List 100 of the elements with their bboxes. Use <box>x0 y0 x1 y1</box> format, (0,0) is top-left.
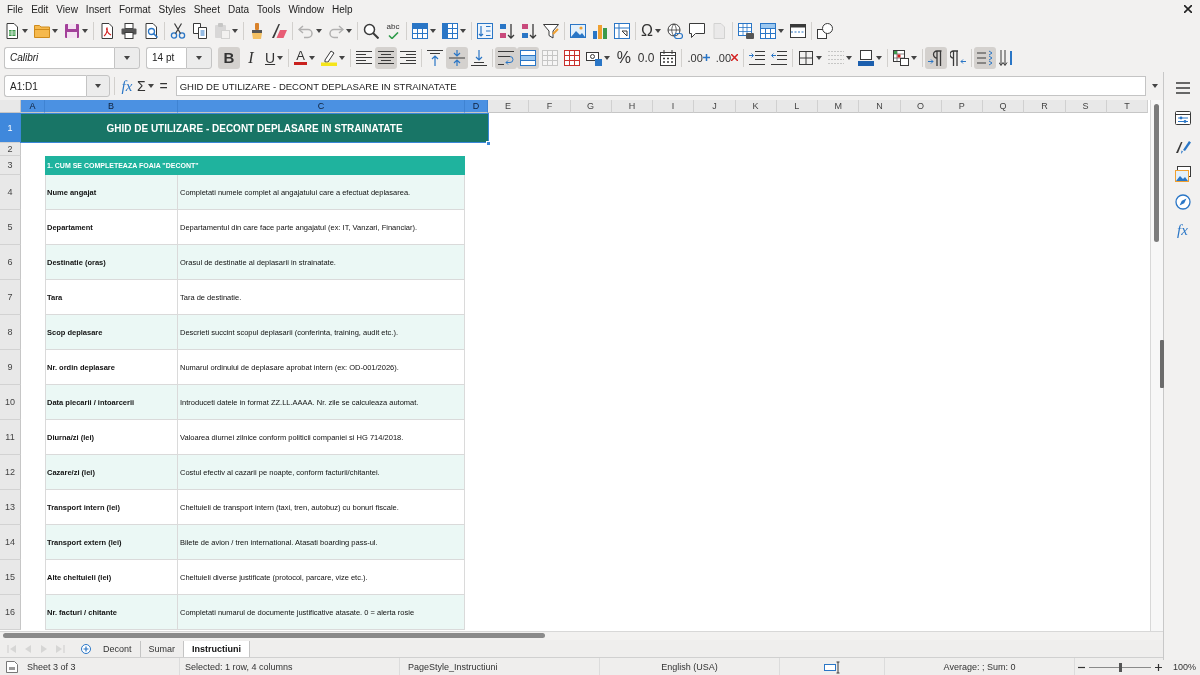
add-sheet-button[interactable] <box>78 641 94 656</box>
close-button[interactable] <box>1182 3 1194 15</box>
percent-button[interactable]: % <box>612 46 635 69</box>
sheet-tab[interactable]: Instructiuni <box>184 640 251 657</box>
column-header[interactable]: G <box>570 100 612 113</box>
menu-item[interactable]: Help <box>328 1 357 17</box>
row-header[interactable]: 13 <box>0 490 21 525</box>
menu-item[interactable]: Edit <box>27 1 53 17</box>
column-header[interactable]: C <box>178 100 465 113</box>
column-header[interactable]: N <box>859 100 901 113</box>
column-header[interactable]: E <box>488 100 530 113</box>
row-header[interactable]: 5 <box>0 210 21 245</box>
function-wizard-button[interactable]: fx <box>119 75 135 97</box>
column-header[interactable]: Q <box>983 100 1025 113</box>
document-magnifier-icon <box>143 22 159 39</box>
column-header[interactable]: M <box>818 100 860 113</box>
funnel-icon <box>543 22 559 39</box>
font-color-button[interactable]: A <box>291 46 318 69</box>
name-box[interactable]: A1:D1 <box>4 75 86 97</box>
align-left-icon <box>355 50 372 65</box>
align-center-button[interactable] <box>374 46 397 69</box>
sidebar-handle[interactable] <box>1160 340 1164 388</box>
wrap-text-button[interactable] <box>494 46 517 69</box>
caret-icon <box>232 28 238 33</box>
menu-item[interactable]: Sheet <box>189 1 224 17</box>
sheet-tab[interactable]: Decont <box>95 640 141 657</box>
caret-icon <box>82 28 88 33</box>
delete-decimal-button[interactable]: .00 <box>712 46 742 69</box>
row-header[interactable]: 4 <box>0 175 21 210</box>
special-character-button[interactable]: Ω <box>638 19 664 42</box>
align-middle-button[interactable] <box>445 46 468 69</box>
caret-icon <box>308 55 315 60</box>
menu-item[interactable]: Insert <box>81 1 115 17</box>
font-size-field[interactable]: 14 pt <box>146 46 186 69</box>
wrap-text-icon <box>497 49 514 66</box>
row-header[interactable]: 10 <box>0 385 21 420</box>
italic-button[interactable]: I <box>240 46 262 69</box>
zoom-in-button[interactable] <box>1154 662 1163 672</box>
menu-item[interactable]: Data <box>223 1 254 17</box>
sum-button[interactable]: Σ <box>135 75 156 97</box>
formula-input-field[interactable]: GHID DE UTILIZARE - DECONT DEPLASARE IN STRAINATATE <box>175 76 1146 96</box>
paintbrush-icon <box>1174 138 1191 154</box>
column-header[interactable]: T <box>1106 100 1148 113</box>
row-header[interactable]: 12 <box>0 455 21 490</box>
spelling-button[interactable]: abc <box>382 19 404 42</box>
menu-item[interactable]: Format <box>114 1 155 17</box>
document-icon <box>710 22 727 39</box>
menu-item[interactable]: Tools <box>253 1 285 17</box>
compass-icon <box>1174 194 1191 210</box>
vertical-scrollbar[interactable] <box>1150 100 1163 631</box>
row-header[interactable]: 9 <box>0 350 21 385</box>
menu-item[interactable]: View <box>52 1 82 17</box>
properties-icon <box>1174 110 1191 126</box>
row-header[interactable]: 3 <box>0 156 21 175</box>
row-header[interactable]: 7 <box>0 280 21 315</box>
column-header[interactable]: B <box>45 100 178 113</box>
column-header[interactable]: L <box>776 100 818 113</box>
column-header[interactable]: K <box>735 100 777 113</box>
column-header[interactable]: A <box>21 100 45 113</box>
language[interactable]: English (USA) <box>661 662 718 672</box>
zoom-slider-thumb[interactable] <box>1118 662 1122 672</box>
column-header[interactable]: P <box>941 100 983 113</box>
scrollbar-thumb[interactable] <box>1154 104 1159 242</box>
font-name-field[interactable]: Calibri <box>4 46 114 69</box>
bold-button[interactable]: B <box>218 46 240 69</box>
formula-button[interactable]: = <box>155 75 172 97</box>
menu-item[interactable]: Window <box>284 1 328 17</box>
align-middle-icon <box>448 49 465 66</box>
row-header[interactable]: 11 <box>0 420 21 455</box>
column-header[interactable]: O <box>900 100 942 113</box>
functions-button[interactable]: fx <box>1169 217 1196 243</box>
left-to-right-button[interactable] <box>925 46 948 69</box>
column-header[interactable]: D <box>465 100 488 113</box>
number-format-button[interactable]: 0.0 <box>634 46 658 69</box>
add-decimal-button[interactable]: .00 <box>684 46 713 69</box>
column-header[interactable]: I <box>653 100 695 113</box>
pivot-table-icon <box>614 22 630 39</box>
column-header[interactable]: J <box>694 100 736 113</box>
row-header[interactable]: 1 <box>0 113 21 143</box>
column-header[interactable]: H <box>611 100 653 113</box>
row-header[interactable]: 14 <box>0 525 21 560</box>
bar-chart-icon <box>592 22 608 39</box>
row-header[interactable]: 15 <box>0 560 21 595</box>
column-header[interactable]: R <box>1024 100 1066 113</box>
name-box-dropdown-button[interactable] <box>86 75 110 97</box>
fill-handle[interactable] <box>486 141 491 146</box>
menu-item[interactable]: File <box>3 1 28 17</box>
menu-item[interactable]: Styles <box>154 1 190 17</box>
merge-center-button[interactable] <box>516 46 539 69</box>
align-right-icon <box>399 50 416 65</box>
horizontal-scrollbar[interactable] <box>0 631 1163 640</box>
row-header[interactable]: 8 <box>0 315 21 350</box>
row-header[interactable]: 2 <box>0 143 21 156</box>
row-header[interactable]: 16 <box>0 595 21 630</box>
column-header[interactable]: F <box>529 100 571 113</box>
row-header[interactable]: 6 <box>0 245 21 280</box>
column-header[interactable]: S <box>1065 100 1107 113</box>
page-style[interactable]: PageStyle_Instructiuni <box>408 662 498 672</box>
scrollbar-thumb[interactable] <box>3 633 545 638</box>
underline-button[interactable]: U <box>262 46 287 69</box>
